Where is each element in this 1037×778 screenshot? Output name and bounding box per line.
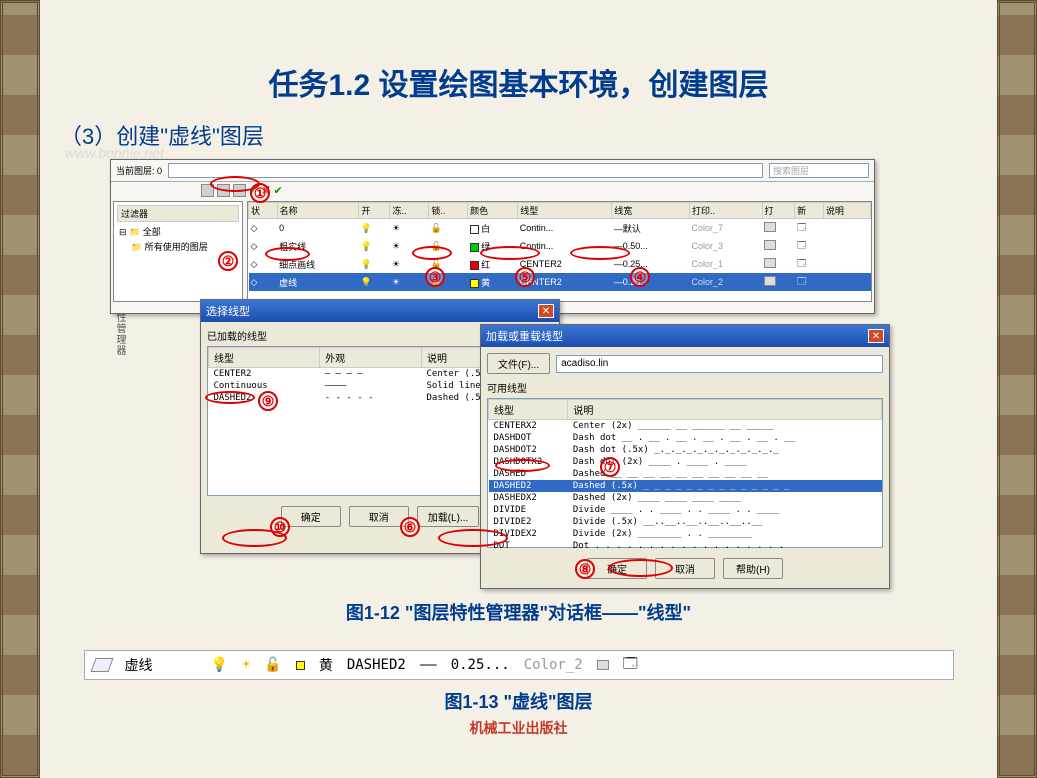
toolbar: ✔ ✘ ✔ (111, 182, 874, 199)
layer-grid[interactable]: 状名称开冻..锁..颜色线型线宽打印..打新说明 ◇0💡☀🔓 白Contin..… (247, 201, 872, 302)
file-input[interactable]: acadiso.lin (556, 355, 883, 373)
summary-lw: 0.25... (451, 657, 510, 673)
select-dialog-title: 选择线型 (206, 303, 250, 319)
summary-name: 虚线 (125, 655, 153, 675)
tree-header: 过滤器 (117, 205, 239, 222)
table-row[interactable]: ◇粗实线💡☀🔓 绿Contin...—0.50...Color_3🗔 (249, 237, 871, 255)
border-decoration-right (997, 0, 1037, 778)
dialogs-area: 图层特性管理器 当前图层: 0 搜索图层 ✔ ✘ ✔ 过滤器 ⊟ 📁 全部 (110, 159, 900, 589)
annotation-2: ② (218, 251, 238, 271)
load-linetype-dialog: 加载或重载线型 ✕ 文件(F)... acadiso.lin 可用线型 线型说明… (480, 324, 890, 589)
column-header[interactable]: 名称 (277, 203, 359, 219)
caption-1: 图1-12 "图层特性管理器"对话框——"线型" (45, 599, 992, 625)
summary-ltype: DASHED2 (347, 657, 406, 673)
file-button[interactable]: 文件(F)... (487, 353, 550, 374)
cancel-button[interactable]: 取消 (655, 558, 715, 579)
column-header[interactable]: 线宽 (612, 203, 690, 219)
bulb-icon: 💡 (211, 657, 228, 673)
list-item[interactable]: DASHEDDashed __ __ __ __ __ __ __ __ __ … (489, 468, 882, 480)
vp-icon: 🗔 (623, 653, 638, 677)
search-input[interactable]: 搜索图层 (769, 163, 869, 178)
column-header[interactable]: 线型 (518, 203, 612, 219)
ok-button[interactable]: 确定 (587, 558, 647, 579)
column-header[interactable]: 新 (795, 203, 824, 219)
annotation-5: ⑤ (515, 267, 535, 287)
layer-filter-input[interactable] (168, 163, 763, 178)
summary-lw-line: —— (420, 657, 437, 673)
list-item[interactable]: CENTERX2Center (2x) ______ __ ______ __ … (489, 420, 882, 433)
list-item[interactable]: DASHDOTX2Dash dot (2x) ____ . ____ . ___… (489, 456, 882, 468)
color-swatch (296, 661, 305, 670)
column-header[interactable]: 颜色 (468, 203, 518, 219)
current-layer-label: 当前图层: 0 (116, 164, 162, 177)
list-item[interactable]: DIVIDEX2Divide (2x) ________ . . _______… (489, 528, 882, 540)
annotation-1: ① (250, 183, 270, 203)
column-header[interactable]: 状 (249, 203, 278, 219)
annotation-7: ⑦ (600, 457, 620, 477)
list-item[interactable]: DASHDOT2Dash dot (.5x) _._._._._._._._._… (489, 444, 882, 456)
delete-layer-icon[interactable] (233, 184, 246, 197)
layer-icon (90, 658, 113, 672)
column-header[interactable]: 说明 (823, 203, 870, 219)
annotation-3: ③ (425, 267, 445, 287)
summary-bar: 虚线 💡 ☀ 🔓 黄 DASHED2 —— 0.25... Color_2 🗔 (84, 650, 954, 680)
column-header[interactable]: 打 (762, 203, 795, 219)
load-button[interactable]: 加载(L)... (417, 506, 480, 527)
page-title: 任务1.2 设置绘图基本环境，创建图层 (45, 60, 992, 104)
available-linetype-list[interactable]: 线型说明 CENTERX2Center (2x) ______ __ _____… (487, 398, 883, 548)
help-button[interactable]: 帮助(H) (723, 558, 783, 579)
list-item[interactable]: DIVIDEDivide ____ . . ____ . . ____ . . … (489, 504, 882, 516)
tree-child: 📁 所有使用的图层 (117, 239, 239, 254)
annotation-9: ⑨ (258, 391, 278, 411)
new-layer-icon[interactable] (201, 184, 214, 197)
column-header[interactable]: 锁.. (429, 203, 468, 219)
tree-root: ⊟ 📁 全部 (117, 224, 239, 239)
close-icon[interactable]: ✕ (538, 304, 554, 318)
list-item[interactable]: DASHED2Dashed (.5x) _ _ _ _ _ _ _ _ _ _ … (489, 480, 882, 492)
apply-icon[interactable]: ✔ (273, 184, 282, 197)
print-icon (597, 660, 609, 670)
lock-icon: 🔓 (264, 657, 281, 673)
summary-color: 黄 (319, 655, 333, 675)
subtitle: （3）创建"虚线"图层 (60, 119, 992, 151)
list-item[interactable]: DOTDot . . . . . . . . . . . . . . . . .… (489, 540, 882, 552)
annotation-10: ⑩ (270, 517, 290, 537)
list-item[interactable]: DASHEDX2Dashed (2x) ____ ____ ____ ____ (489, 492, 882, 504)
column-header[interactable]: 开 (359, 203, 390, 219)
list-item[interactable]: DASHDOTDash dot __ . __ . __ . __ . __ .… (489, 432, 882, 444)
close-icon[interactable]: ✕ (868, 329, 884, 343)
column-header[interactable]: 冻.. (390, 203, 429, 219)
table-row[interactable]: ◇0💡☀🔓 白Contin...—默认Color_7🗔 (249, 219, 871, 238)
annotation-4: ④ (630, 267, 650, 287)
publisher: 机械工业出版社 (45, 718, 992, 738)
new-layer-vp-icon[interactable] (217, 184, 230, 197)
layer-manager-dialog: 当前图层: 0 搜索图层 ✔ ✘ ✔ 过滤器 ⊟ 📁 全部 📁 所有使用的图层 (110, 159, 875, 314)
sun-icon: ☀ (242, 657, 250, 673)
annotation-6: ⑥ (400, 517, 420, 537)
border-decoration-left (0, 0, 40, 778)
avail-label: 可用线型 (487, 380, 883, 395)
load-dialog-title: 加载或重载线型 (486, 328, 563, 344)
column-header[interactable]: 打印.. (689, 203, 762, 219)
table-row[interactable]: ◇细点画线💡☀🔓 红CENTER2—0.25...Color_1🗔 (249, 255, 871, 273)
caption-2: 图1-13 "虚线"图层 (45, 688, 992, 714)
list-item[interactable]: DIVIDE2Divide (.5x) __..__..__..__..__..… (489, 516, 882, 528)
summary-plot: Color_2 (524, 657, 583, 673)
annotation-8: ⑧ (575, 559, 595, 579)
table-row[interactable]: ◇虚线💡☀🔓 黄CENTER2—0.25...Color_2🗔 (249, 273, 871, 291)
